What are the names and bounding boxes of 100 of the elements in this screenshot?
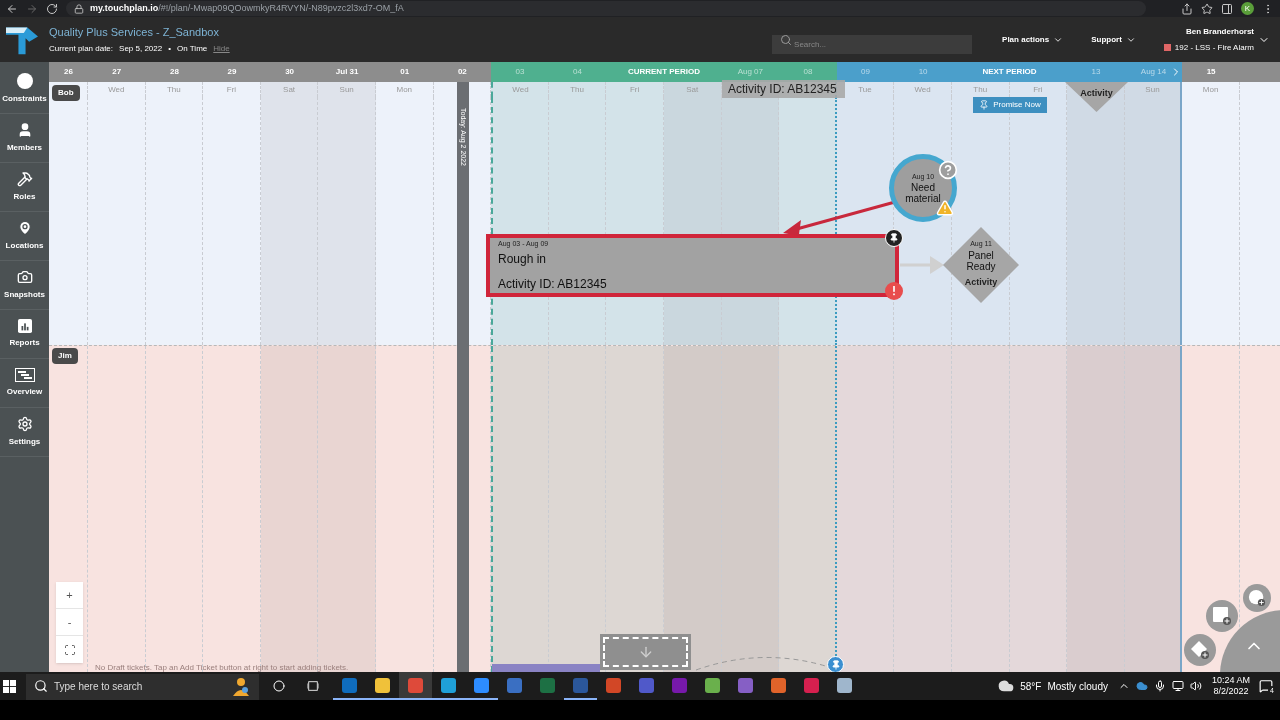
search-icon <box>34 679 48 693</box>
weekday-label: Thu <box>167 83 181 96</box>
day-number: 09 <box>861 66 870 78</box>
fit-icon <box>63 643 76 656</box>
weekday-label: Mon <box>1202 83 1219 96</box>
weekday-label: Fri <box>629 83 640 96</box>
day-number: Aug 14 <box>1140 66 1167 78</box>
square-plus-icon <box>1212 606 1232 626</box>
camera-icon <box>16 269 33 285</box>
side-panel-icon[interactable] <box>1221 2 1233 15</box>
overview-icon <box>14 368 35 382</box>
lock-icon <box>74 3 84 14</box>
period-label: CURRENT PERIOD <box>627 66 700 78</box>
project-name: 192 - LSS - Fire Alarm <box>1174 41 1254 54</box>
app-icon <box>837 677 852 693</box>
day-number: 13 <box>1091 66 1101 78</box>
app-icon <box>573 677 588 693</box>
day-number: 30 <box>285 66 295 78</box>
reload-icon[interactable] <box>46 2 58 15</box>
plan-date: Sep 5, 2022 <box>119 42 163 55</box>
day-number: 04 <box>573 66 582 78</box>
day-number: 27 <box>112 66 122 78</box>
day-number: 15 <box>1206 66 1216 78</box>
constraint-title: Need material <box>904 182 942 205</box>
clock-time: 10:24 AM <box>1211 675 1250 686</box>
plan-title: Quality Plus Services - Z_Sandbox <box>49 25 220 41</box>
search-field[interactable]: Search... <box>772 35 973 54</box>
app-icon <box>705 677 720 693</box>
app-icon <box>738 677 753 693</box>
milestone-label: Activity <box>964 275 998 289</box>
app-icon <box>474 677 489 693</box>
ticket-activity-id: Activity ID: AB12345 <box>498 275 608 293</box>
search-icon <box>780 34 793 46</box>
weekday-label: Fri <box>1033 83 1043 96</box>
windows-icon[interactable] <box>3 679 16 693</box>
milestone-label: Activity <box>1080 87 1113 100</box>
app-icon <box>375 677 390 693</box>
ticket-title: Rough in <box>498 250 548 268</box>
activity-id-tooltip: Activity ID: AB12345 <box>722 80 845 98</box>
zoom-button[interactable]: - <box>56 609 83 636</box>
day-number: 10 <box>918 66 928 78</box>
promise-now-button[interactable]: Promise Now <box>973 97 1047 113</box>
hide-link[interactable]: Hide <box>213 42 230 55</box>
cloud-icon[interactable] <box>1135 680 1148 692</box>
taskbar-app-button[interactable] <box>399 672 432 700</box>
lane-label: Bob <box>52 85 80 101</box>
cortana-icon[interactable] <box>273 680 285 692</box>
app-icon <box>804 677 819 693</box>
weekday-label: Sun <box>339 83 354 96</box>
back-icon[interactable] <box>6 2 18 15</box>
weekday-label: Thu <box>973 83 988 96</box>
lane-label: Jim <box>52 348 78 364</box>
task-view-icon[interactable] <box>307 680 319 692</box>
taskbar-search-field[interactable]: Type here to search <box>26 673 259 700</box>
user-name: Ben Branderhorst <box>1186 25 1254 38</box>
dependency-arrow <box>900 256 944 274</box>
day-number: 26 <box>64 66 73 78</box>
share-icon[interactable] <box>1181 2 1193 15</box>
weekday-label: Wed <box>512 83 529 96</box>
microphone-icon[interactable] <box>1153 680 1166 692</box>
app-icon <box>672 677 687 693</box>
url-host: my.touchplan.io/#!/plan/-Mwap09QOowmkyR4RVYN/-N89pvzc2l3xd7-OM_fA <box>90 1 404 15</box>
network-icon[interactable] <box>1171 680 1184 692</box>
menu-button[interactable]: Plan actions <box>1002 33 1064 46</box>
app-icon <box>540 677 555 693</box>
chart-icon <box>17 319 32 333</box>
milestone-diamond[interactable] <box>943 227 1019 303</box>
day-number: 03 <box>515 66 525 78</box>
day-number: 01 <box>400 66 410 78</box>
app-icon <box>639 677 654 693</box>
address-bar[interactable]: my.touchplan.io/#!/plan/-Mwap09QOowmkyR4RVYN/-N89pvzc2l3xd7-OM_fA <box>66 1 1146 16</box>
separator-dot: • <box>168 42 171 55</box>
app-icon <box>507 677 522 693</box>
plan-date-label: Current plan date: <box>49 42 114 55</box>
weekday-label: Fri <box>226 83 237 96</box>
app-icon <box>408 677 423 693</box>
weekday-label: Sun <box>1145 83 1160 96</box>
app-icon <box>606 677 621 693</box>
weekday-label: Tue <box>858 83 872 96</box>
period-label: NEXT PERIOD <box>982 66 1037 78</box>
weekday-label: Wed <box>108 83 125 96</box>
weather-text: Mostly cloudy <box>1047 679 1108 694</box>
diamond-plus-icon <box>1190 640 1210 660</box>
star-icon[interactable] <box>1201 2 1213 15</box>
weather-icon <box>998 678 1015 694</box>
day-number: Aug 07 <box>737 66 763 78</box>
draft-message: No Draft tickets. Tap an Add Ticket button at right to start adding tickets. <box>95 662 349 672</box>
menu-button[interactable]: Support <box>1091 33 1136 46</box>
question-icon[interactable] <box>938 160 958 180</box>
settings-icon <box>16 416 33 432</box>
weekday-label: Mon <box>396 83 413 96</box>
day-number: 28 <box>169 66 179 78</box>
plan-status: On Time <box>177 42 208 55</box>
clock-date: 8/2/2022 <box>1213 686 1249 697</box>
volume-icon[interactable] <box>1189 680 1202 692</box>
temperature: 58°F <box>1020 679 1042 694</box>
pin-icon <box>979 100 990 110</box>
zoom-button[interactable]: + <box>56 582 83 609</box>
day-number: 08 <box>803 66 813 78</box>
weekday-label: Wed <box>914 83 931 96</box>
